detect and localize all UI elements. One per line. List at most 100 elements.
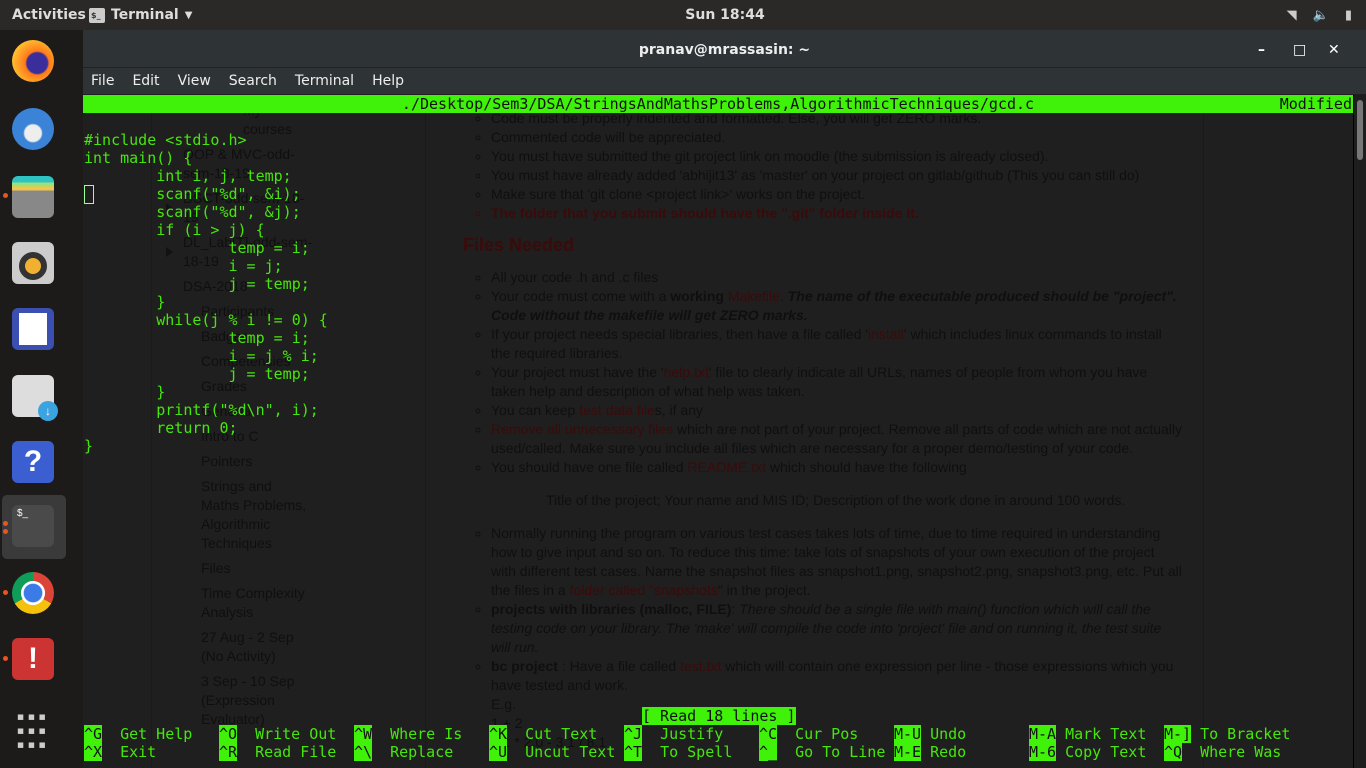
window-title: pranav@mrassasin: ~ xyxy=(638,42,811,58)
code-line: while(j % i != 0) { xyxy=(84,311,328,329)
shortcut-label: Write Out xyxy=(255,725,337,743)
title-bar: pranav@mrassasin: ~ – □ ✕ xyxy=(83,30,1366,68)
file-path: ./Desktop/Sem3/DSA/StringsAndMathsProble… xyxy=(401,95,1035,113)
shortcut-key: ^O xyxy=(219,725,238,743)
shortcut-write-out[interactable]: ^O Write Out xyxy=(219,725,336,743)
app-menu[interactable]: $_ Terminal ▼ xyxy=(89,7,192,23)
shortcut-row-1: ^G Get Help ^O Write Out ^W Where Is ^K Cut Tex… xyxy=(84,725,1344,743)
wifi-icon: ◥ xyxy=(1286,8,1297,23)
clock[interactable]: Sun 18:44 xyxy=(680,7,770,23)
shortcut-exit[interactable]: ^X Exit xyxy=(84,743,156,761)
battery-icon: ▮ xyxy=(1344,8,1352,23)
menu-terminal[interactable]: Terminal xyxy=(295,68,354,94)
close-button[interactable]: ✕ xyxy=(1328,30,1340,70)
shortcut-label: Where Was xyxy=(1200,743,1282,761)
scrollbar[interactable] xyxy=(1353,95,1366,768)
code-line: j = temp; xyxy=(84,275,310,293)
shortcut-row-2: ^X Exit ^R Read File ^\ Replace ^U Uncut Text ^T… xyxy=(84,743,1344,761)
code-line: i = j; xyxy=(84,257,283,275)
shortcut-label: Undo xyxy=(930,725,967,743)
terminal-screen[interactable]: My courses OOP & MVC-odd-sem-18-19 DSCT-… xyxy=(83,95,1366,768)
thunderbird-icon[interactable] xyxy=(12,108,54,150)
update-notifier-icon[interactable]: ! xyxy=(12,638,54,680)
shortcut-label: Get Help xyxy=(120,725,193,743)
text-cursor xyxy=(84,185,94,204)
rhythmbox-icon[interactable] xyxy=(12,242,54,284)
shortcut-key: ^X xyxy=(84,743,103,761)
terminal-window: pranav@mrassasin: ~ – □ ✕ File Edit View… xyxy=(83,30,1366,768)
shortcut-key: M-] xyxy=(1164,725,1192,743)
terminal-icon: $_ xyxy=(89,7,105,23)
chrome-icon[interactable] xyxy=(12,572,54,614)
shortcut-label: Where Is xyxy=(390,725,463,743)
code-line: temp = i; xyxy=(84,329,310,347)
nano-editor[interactable]: ./Desktop/Sem3/DSA/StringsAndMathsProble… xyxy=(83,95,1353,768)
terminal-icon[interactable]: $_ xyxy=(12,505,54,547)
activities-button[interactable]: Activities xyxy=(12,7,86,23)
shortcut-uncut-text[interactable]: ^U Uncut Text xyxy=(489,743,615,761)
menu-file[interactable]: File xyxy=(91,68,114,94)
modified-indicator: Modified xyxy=(1279,95,1352,113)
shortcut-key: ^C xyxy=(759,725,778,743)
dock: ↓ ? $_ ! ▪▪▪ ▪▪▪ ▪▪▪ xyxy=(0,30,83,768)
minimize-button[interactable]: – xyxy=(1258,30,1265,70)
shortcut-cur-pos[interactable]: ^C Cur Pos xyxy=(759,725,858,743)
chevron-down-icon: ▼ xyxy=(184,9,193,21)
shortcut-key: ^U xyxy=(489,743,508,761)
shortcut-go-to-line[interactable]: ^_ Go To Line xyxy=(759,743,885,761)
menu-help[interactable]: Help xyxy=(372,68,404,94)
shortcut-cut-text[interactable]: ^K Cut Text xyxy=(489,725,597,743)
show-apps-icon[interactable]: ▪▪▪ ▪▪▪ ▪▪▪ xyxy=(12,706,54,756)
shortcut-where-is[interactable]: ^W Where Is xyxy=(354,725,462,743)
menu-search[interactable]: Search xyxy=(229,68,277,94)
code-line: } xyxy=(84,437,94,455)
shortcut-key: ^\ xyxy=(354,743,373,761)
maximize-button[interactable]: □ xyxy=(1293,30,1306,70)
help-icon[interactable]: ? xyxy=(12,441,54,483)
shortcut-key: ^Q xyxy=(1164,743,1183,761)
shortcut-label: Replace xyxy=(390,743,454,761)
libreoffice-writer-icon[interactable] xyxy=(12,308,54,350)
firefox-icon[interactable] xyxy=(12,40,54,82)
shortcut-read-file[interactable]: ^R Read File xyxy=(219,743,336,761)
shortcut-to-spell[interactable]: ^T To Spell xyxy=(624,743,732,761)
code-line: i = j % i; xyxy=(84,347,319,365)
shortcut-label: To Bracket xyxy=(1200,725,1291,743)
top-bar: Activities $_ Terminal ▼ Sun 18:44 ◥ 🔈 ▮ xyxy=(0,0,1366,30)
shortcut-where-was[interactable]: ^Q Where Was xyxy=(1164,743,1281,761)
menu-view[interactable]: View xyxy=(178,68,211,94)
shortcut-undo[interactable]: M-U Undo xyxy=(894,725,966,743)
shortcut-label: Redo xyxy=(930,743,967,761)
code-line: int main() { xyxy=(84,149,193,167)
code-line: scanf("%d", &j); xyxy=(84,203,301,221)
shortcut-key: ^J xyxy=(624,725,643,743)
code-line: #include <stdio.h> xyxy=(84,131,247,149)
shortcut-mark-text[interactable]: M-A Mark Text xyxy=(1029,725,1146,743)
scrollbar-thumb[interactable] xyxy=(1357,100,1363,160)
shortcut-key: ^_ xyxy=(759,743,778,761)
shortcut-copy-text[interactable]: M-6 Copy Text xyxy=(1029,743,1146,761)
shortcut-justify[interactable]: ^J Justify xyxy=(624,725,723,743)
code-line: } xyxy=(84,383,166,401)
shortcut-key: M-6 xyxy=(1029,743,1057,761)
menu-edit[interactable]: Edit xyxy=(132,68,159,94)
shortcut-redo[interactable]: M-E Redo xyxy=(894,743,966,761)
app-menu-label: Terminal xyxy=(111,7,179,23)
shortcut-get-help[interactable]: ^G Get Help xyxy=(84,725,192,743)
shortcut-key: ^G xyxy=(84,725,103,743)
shortcut-key: M-U xyxy=(894,725,922,743)
shortcut-key: ^W xyxy=(354,725,373,743)
software-center-icon[interactable]: ↓ xyxy=(12,375,58,421)
shortcut-label: Copy Text xyxy=(1065,743,1147,761)
shortcut-to-bracket[interactable]: M-] To Bracket xyxy=(1164,725,1290,743)
volume-icon: 🔈 xyxy=(1312,8,1329,23)
code-line: } xyxy=(84,293,166,311)
shortcut-key: ^K xyxy=(489,725,508,743)
shortcut-replace[interactable]: ^\ Replace xyxy=(354,743,453,761)
shortcut-key: ^R xyxy=(219,743,238,761)
system-tray[interactable]: ◥ 🔈 ▮ xyxy=(1287,8,1352,23)
editor-text[interactable]: #include <stdio.h> int main() { int i, j… xyxy=(84,113,1284,455)
shortcut-label: Uncut Text xyxy=(525,743,616,761)
files-icon[interactable] xyxy=(12,176,54,218)
